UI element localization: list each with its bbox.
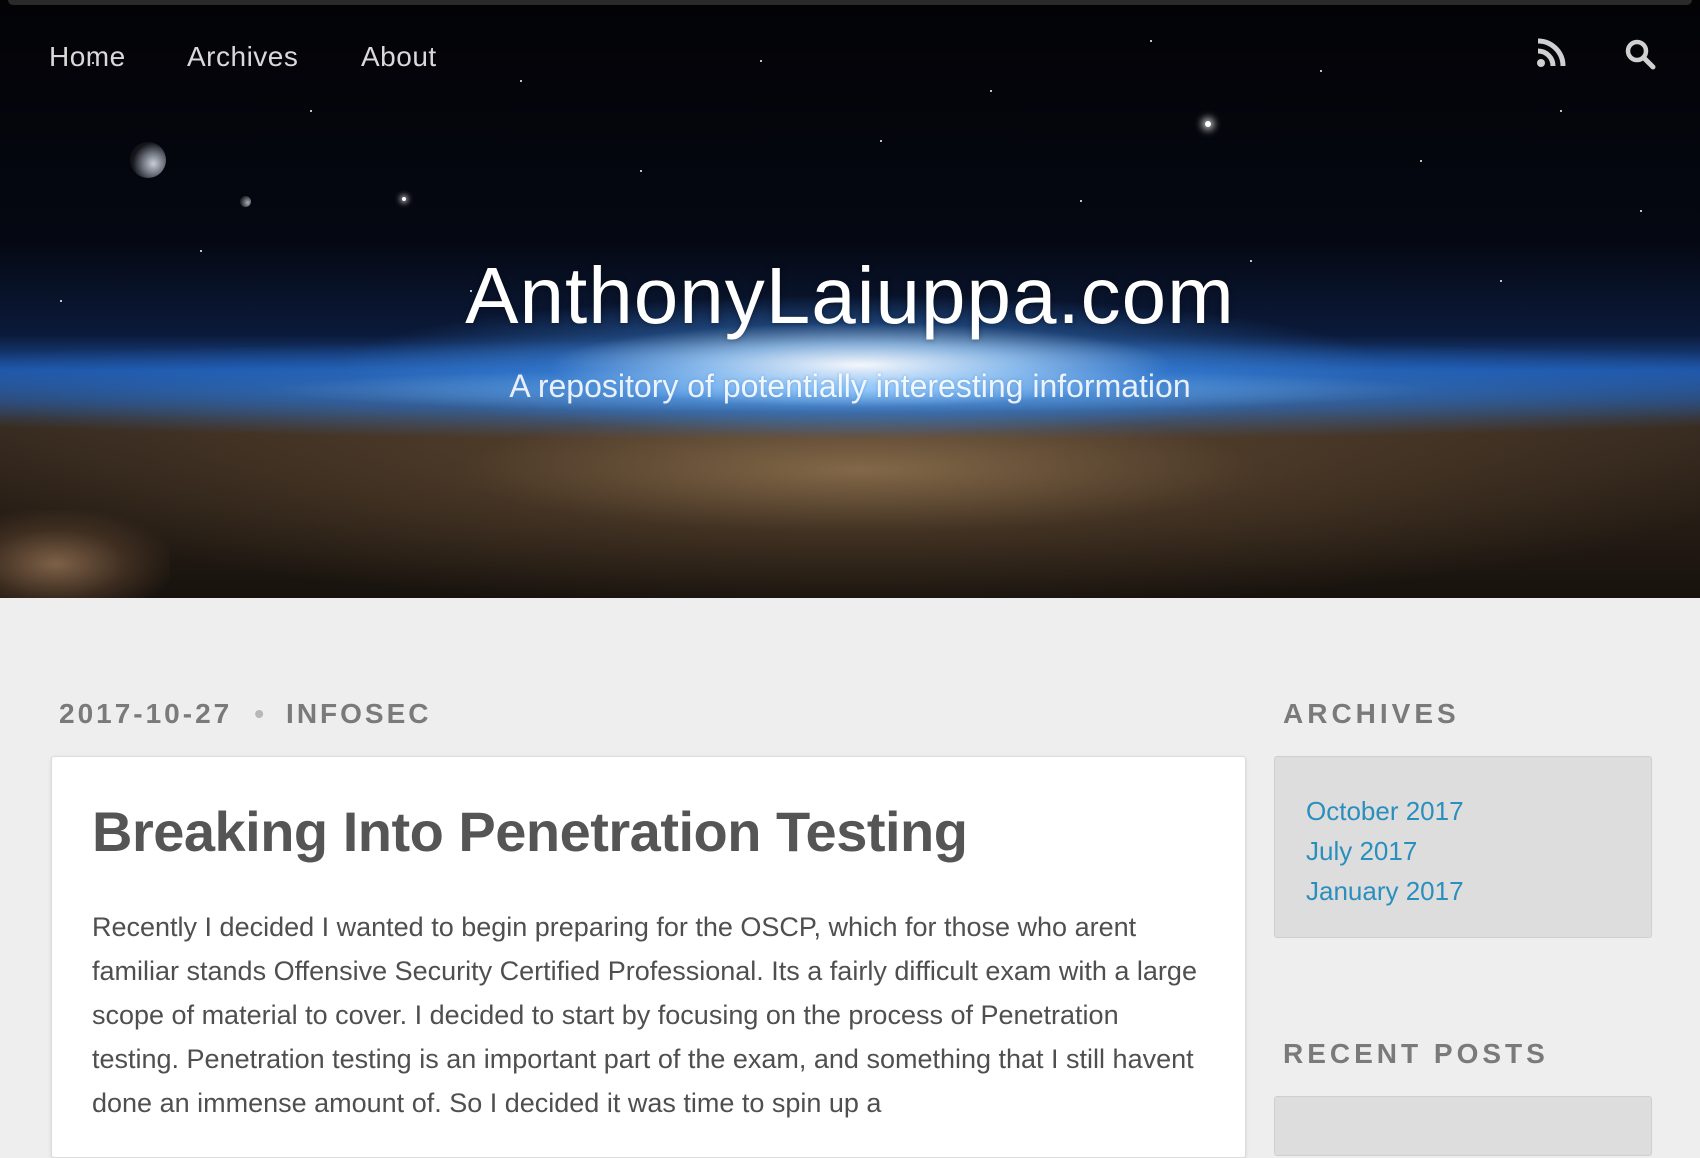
- search-button[interactable]: [1624, 38, 1656, 70]
- post-card: Breaking Into Penetration Testing Recent…: [51, 756, 1246, 1158]
- planet-image: [130, 142, 166, 178]
- top-edge: [8, 0, 1692, 5]
- star: [1205, 121, 1211, 127]
- star: [880, 140, 882, 142]
- site-title[interactable]: AnthonyLaiuppa.com: [0, 250, 1700, 342]
- star: [1320, 70, 1322, 72]
- archive-item: January 2017: [1306, 871, 1464, 911]
- star: [1420, 160, 1422, 162]
- archives-panel: October 2017 July 2017 January 2017: [1274, 756, 1652, 938]
- meta-separator: •: [254, 698, 265, 729]
- archive-link-july-2017[interactable]: July 2017: [1306, 836, 1417, 866]
- nav-home-link[interactable]: Home: [49, 38, 126, 76]
- post-title-link[interactable]: Breaking Into Penetration Testing: [92, 799, 968, 864]
- recent-posts-panel: [1274, 1096, 1652, 1156]
- archive-link-october-2017[interactable]: October 2017: [1306, 796, 1464, 826]
- archives-list: October 2017 July 2017 January 2017: [1306, 791, 1464, 911]
- archive-item: October 2017: [1306, 791, 1464, 831]
- post-category-link[interactable]: INFOSEC: [286, 698, 431, 729]
- star: [520, 80, 522, 82]
- nav-archives-link[interactable]: Archives: [187, 38, 298, 76]
- star: [1560, 110, 1562, 112]
- star: [1080, 200, 1082, 202]
- rss-icon: [1537, 38, 1566, 67]
- site-header-banner: Home Archives About AnthonyLaiuppa.com A…: [0, 0, 1700, 598]
- archive-link-january-2017[interactable]: January 2017: [1306, 876, 1464, 906]
- star: [760, 60, 762, 62]
- rss-button[interactable]: [1536, 38, 1566, 68]
- star: [310, 110, 312, 112]
- star: [640, 170, 642, 172]
- cloud-image: [0, 510, 170, 598]
- post-excerpt: Recently I decided I wanted to begin pre…: [92, 912, 1197, 1118]
- archives-heading: ARCHIVES: [1283, 698, 1460, 729]
- post-date: 2017-10-27: [59, 698, 233, 729]
- star: [402, 197, 406, 201]
- star: [990, 90, 992, 92]
- nav-about-link[interactable]: About: [361, 38, 437, 76]
- star: [1640, 210, 1642, 212]
- archive-item: July 2017: [1306, 831, 1464, 871]
- search-icon: [1625, 39, 1656, 70]
- post-meta: 2017-10-27 • INFOSEC: [59, 698, 432, 730]
- moon-image: [240, 196, 251, 207]
- recent-posts-heading: RECENT POSTS: [1283, 1038, 1549, 1069]
- star: [1150, 40, 1152, 42]
- site-subtitle: A repository of potentially interesting …: [509, 368, 1191, 404]
